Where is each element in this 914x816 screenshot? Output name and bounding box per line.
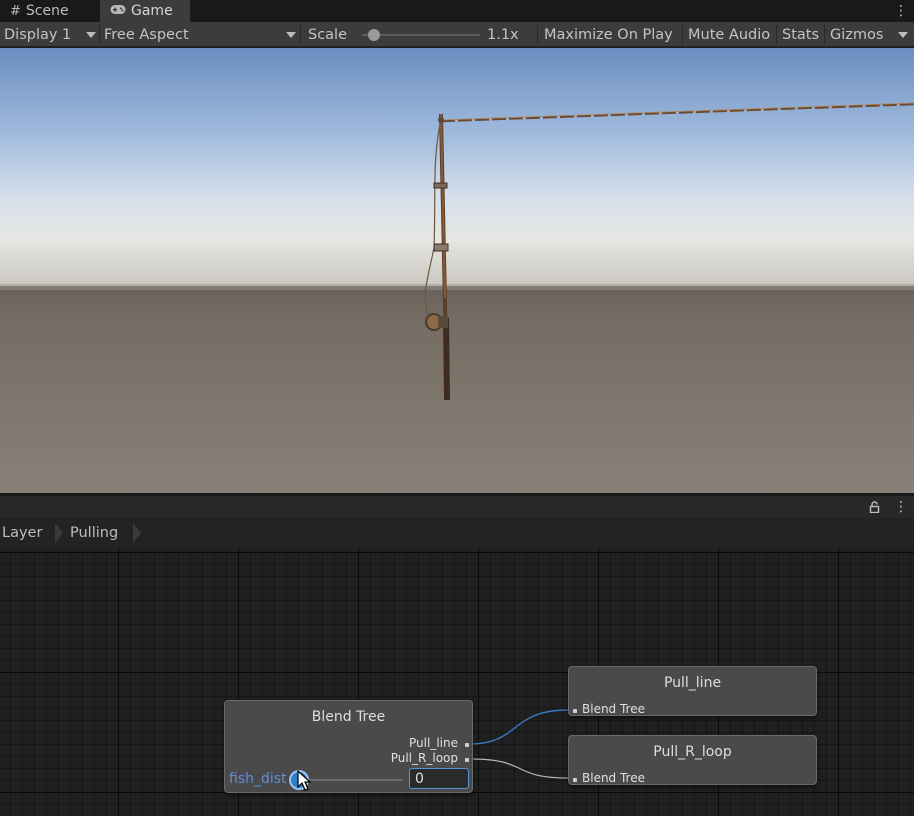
breadcrumb-separator: [133, 523, 141, 543]
node-title: Blend Tree: [311, 709, 386, 725]
output-port-label: Pull_R_loop: [390, 751, 458, 765]
display-dropdown-label: Display 1: [4, 26, 72, 43]
maximize-on-play-toggle[interactable]: Maximize On Play: [544, 22, 673, 47]
input-port-label: Blend Tree: [582, 771, 645, 785]
toolbar-divider: [776, 25, 777, 44]
stats-toggle[interactable]: Stats: [782, 22, 819, 47]
tab-game-label: Game: [131, 3, 173, 19]
parameter-value-field[interactable]: 0: [409, 768, 469, 789]
gamepad-icon: [110, 4, 126, 19]
chevron-down-icon: [286, 32, 296, 38]
link-pull-r-loop: [469, 758, 569, 779]
breadcrumb-item-pulling[interactable]: Pulling: [70, 518, 118, 548]
chevron-down-icon: [898, 32, 908, 38]
lock-icon[interactable]: [866, 498, 882, 516]
grid-icon: #: [10, 3, 21, 19]
blend-tree-graph[interactable]: Blend Tree Pull_line Pull_R_loop fish_di…: [0, 548, 914, 816]
node-title: Pull_line: [663, 675, 722, 691]
toolbar-divider: [824, 25, 825, 44]
animator-header: ⋮: [0, 496, 914, 518]
breadcrumb: Layer Pulling: [0, 518, 914, 548]
output-port[interactable]: [465, 743, 469, 747]
more-options-icon[interactable]: ⋮: [894, 498, 908, 516]
toolbar-divider: [99, 25, 100, 44]
input-port[interactable]: [573, 778, 577, 782]
link-pull-line: [469, 709, 569, 745]
tab-game[interactable]: Game: [100, 0, 190, 22]
mouse-cursor-icon: [297, 770, 311, 791]
scale-label: Scale: [308, 26, 348, 43]
toolbar-divider: [682, 25, 683, 44]
game-viewport[interactable]: [0, 48, 914, 493]
parameter-slider-track[interactable]: [295, 779, 403, 781]
output-port-label: Pull_line: [409, 736, 458, 750]
toolbar-divider: [537, 25, 538, 44]
breadcrumb-item-layer[interactable]: Layer: [2, 518, 42, 548]
input-port[interactable]: [573, 709, 577, 713]
parameter-label: fish_dist: [229, 771, 287, 787]
breadcrumb-separator: [55, 523, 63, 543]
mute-audio-toggle[interactable]: Mute Audio: [688, 22, 770, 47]
tab-scene[interactable]: # Scene: [0, 0, 96, 22]
motion-node-pull-r-loop[interactable]: Pull_R_loop Blend Tree: [568, 735, 817, 785]
tab-scene-label: Scene: [25, 3, 69, 19]
aspect-dropdown-label: Free Aspect: [104, 26, 189, 43]
node-title: Pull_R_loop: [653, 744, 732, 760]
toolbar-divider: [300, 25, 301, 44]
aspect-dropdown[interactable]: Free Aspect: [104, 22, 296, 47]
output-port[interactable]: [465, 758, 469, 762]
chevron-down-icon: [86, 32, 96, 38]
input-port-label: Blend Tree: [582, 702, 645, 716]
gizmos-dropdown[interactable]: Gizmos: [830, 22, 910, 47]
motion-node-pull-line[interactable]: Pull_line Blend Tree: [568, 666, 817, 716]
window-tab-bar: # Scene Game ⋮: [0, 0, 914, 22]
game-render: [0, 48, 914, 493]
scale-slider-thumb[interactable]: [367, 29, 380, 41]
blend-tree-node[interactable]: Blend Tree Pull_line Pull_R_loop fish_di…: [224, 700, 473, 793]
gizmos-dropdown-label: Gizmos: [830, 26, 884, 43]
display-dropdown[interactable]: Display 1: [4, 22, 96, 47]
scale-value: 1.1x: [487, 26, 519, 43]
more-options-icon[interactable]: ⋮: [894, 0, 908, 22]
